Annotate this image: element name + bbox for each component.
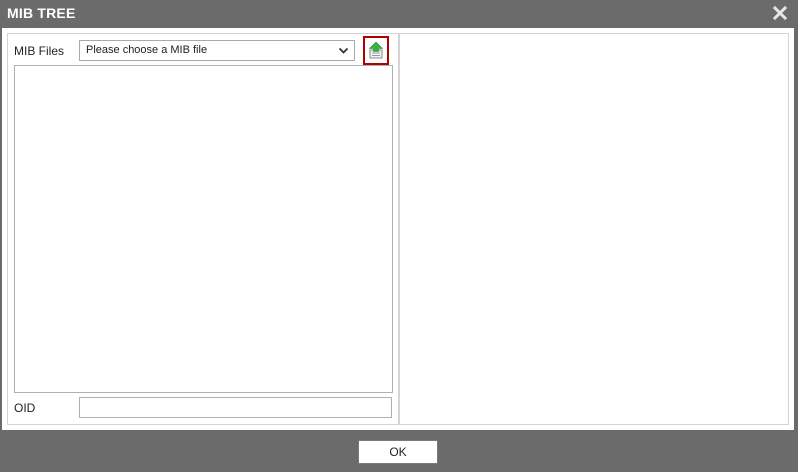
- mib-tree-dialog: MIB TREE MIB Files Please choose a MIB f…: [0, 0, 798, 472]
- close-button[interactable]: [770, 5, 790, 23]
- mib-files-label: MIB Files: [14, 44, 65, 58]
- oid-input[interactable]: [79, 397, 392, 418]
- mib-file-select[interactable]: Please choose a MIB file: [79, 40, 355, 61]
- mib-tree-view[interactable]: [14, 65, 393, 393]
- dialog-titlebar: MIB TREE: [0, 0, 798, 28]
- mib-details-panel: [399, 33, 789, 425]
- dialog-body: MIB Files Please choose a MIB file OID: [2, 28, 794, 430]
- ok-button[interactable]: OK: [358, 440, 438, 464]
- upload-mib-button[interactable]: [363, 36, 389, 65]
- upload-file-icon: [368, 42, 384, 59]
- chevron-down-icon: [338, 47, 349, 54]
- mib-tree-panel: MIB Files Please choose a MIB file OID: [7, 33, 399, 425]
- close-icon: [772, 5, 788, 21]
- dialog-title: MIB TREE: [7, 5, 76, 21]
- oid-label: OID: [14, 401, 36, 415]
- mib-file-select-value: Please choose a MIB file: [86, 44, 208, 56]
